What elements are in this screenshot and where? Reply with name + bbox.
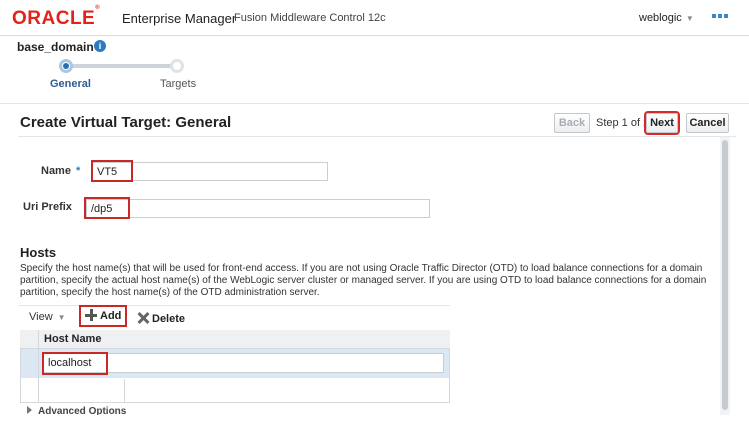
cancel-button[interactable]: Cancel [686,113,729,133]
domain-link[interactable]: base_domain [17,40,94,54]
more-options-icon[interactable] [712,14,730,20]
app-title: Enterprise Manager [122,11,237,26]
required-marker: * [76,165,81,177]
train-stop-targets[interactable] [170,59,184,73]
highlight-box [91,160,133,182]
divider [0,103,749,104]
row-gutter [20,349,39,402]
info-icon[interactable]: i [94,40,106,52]
app-header: ORACLE® Enterprise Manager Fusion Middle… [0,0,749,36]
hosts-description: Specify the host name(s) that will be us… [20,263,707,298]
view-menu[interactable]: View ▼ [29,311,66,323]
highlight-box [84,197,130,219]
chevron-down-icon: ▼ [57,313,66,322]
add-button[interactable]: Add [79,305,127,327]
plus-icon [85,309,97,321]
user-name: weblogic [639,12,682,24]
logo-text: ORACLE [12,8,96,29]
scrollbar-thumb[interactable] [722,140,728,410]
close-icon [137,312,149,324]
step-indicator: Step 1 of 2 [596,117,650,129]
divider [18,136,736,137]
name-label: Name [41,165,71,177]
app-subtitle: Fusion Middleware Control 12c [234,12,386,24]
viewport-cutoff [0,415,749,421]
train-label-targets[interactable]: Targets [160,78,196,90]
table-header-gutter [20,330,39,349]
delete-label: Delete [152,313,186,325]
train-stop-general[interactable] [59,59,73,73]
column-divider [124,379,125,402]
oracle-logo[interactable]: ORACLE® [12,4,101,30]
delete-button[interactable]: Delete [137,310,185,325]
user-menu[interactable]: weblogic ▼ [639,12,694,24]
trademark-glyph: ® [95,4,101,11]
next-button[interactable]: Next [644,111,680,135]
train-track [65,64,177,68]
page-title: Create Virtual Target: General [20,114,232,131]
uri-prefix-label: Uri Prefix [23,201,72,213]
hosts-heading: Hosts [20,245,57,260]
train-label-general[interactable]: General [50,78,91,90]
chevron-down-icon: ▼ [685,14,694,23]
view-label: View [29,311,53,323]
add-label: Add [100,310,122,322]
chevron-right-icon [27,406,32,414]
column-header-host-name[interactable]: Host Name [39,330,450,349]
highlight-box [42,352,108,375]
back-button[interactable]: Back [554,113,590,133]
uri-prefix-field[interactable] [86,199,430,218]
